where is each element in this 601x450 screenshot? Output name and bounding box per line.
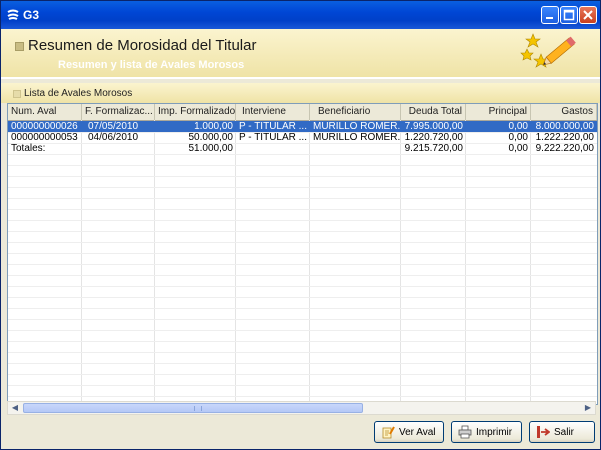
section-bullet-icon xyxy=(13,90,21,98)
totals-label: Totales: xyxy=(11,143,46,154)
col-importe-formalizado[interactable]: Imp. Formalizado xyxy=(155,104,236,120)
total-importe: 51.000,00 xyxy=(188,143,234,154)
section-header: Lista de Avales Morosos xyxy=(1,83,600,103)
cell-principal: 0,00 xyxy=(508,132,528,143)
col-beneficiario[interactable]: Beneficiario xyxy=(310,104,401,120)
cell-num-aval: 000000000026 xyxy=(11,121,78,132)
cell-gastos: 1.222.220,00 xyxy=(535,132,594,143)
cell-interviene: P - TITULAR ... xyxy=(239,132,307,143)
app-window: G3 Resumen de Morosidad del Titular Resu… xyxy=(0,0,601,450)
cell-gastos: 8.000.000,00 xyxy=(535,121,594,132)
ver-aval-button[interactable]: Ver Aval xyxy=(374,421,444,443)
col-num-aval[interactable]: Num. Aval xyxy=(8,104,82,120)
total-gastos: 9.222.220,00 xyxy=(535,143,594,154)
cell-num-aval: 000000000053 xyxy=(11,132,78,143)
imprimir-label: Imprimir xyxy=(476,427,513,438)
col-gastos[interactable]: Gastos xyxy=(531,104,597,120)
printer-icon xyxy=(458,425,472,439)
scroll-thumb[interactable] xyxy=(23,403,363,413)
cell-importe: 1.000,00 xyxy=(194,121,233,132)
maximize-button[interactable] xyxy=(560,6,578,24)
header-panel: Resumen de Morosidad del Titular Resumen… xyxy=(1,29,600,79)
cell-fecha: 07/05/2010 xyxy=(88,121,139,132)
cell-fecha xyxy=(82,143,155,154)
scroll-left-icon[interactable]: ◀ xyxy=(8,402,22,414)
table-row[interactable]: 000000000026 07/05/2010 1.000,00 P - TIT… xyxy=(8,121,597,132)
minimize-button[interactable] xyxy=(541,6,559,24)
exit-door-icon xyxy=(537,426,550,438)
salir-label: Salir xyxy=(554,427,575,438)
total-principal: 0,00 xyxy=(508,143,528,154)
document-pencil-icon xyxy=(382,426,395,439)
stars-pencil-icon xyxy=(520,33,576,68)
ver-aval-label: Ver Aval xyxy=(399,427,436,438)
col-interviene[interactable]: Interviene xyxy=(236,104,310,120)
app-logo-icon xyxy=(7,9,19,20)
cell-fecha: 04/06/2010 xyxy=(88,132,139,143)
close-icon xyxy=(583,10,593,20)
imprimir-button[interactable]: Imprimir xyxy=(451,421,522,443)
cell-deuda-total: 7.995.000,00 xyxy=(404,121,463,132)
col-principal[interactable]: Principal xyxy=(466,104,531,120)
header-bullet-icon xyxy=(15,42,24,51)
scroll-right-icon[interactable]: ▶ xyxy=(581,402,595,414)
cell-beneficiario xyxy=(310,143,401,154)
cell-deuda-total: 1.220.720,00 xyxy=(404,132,463,143)
cell-importe: 50.000,00 xyxy=(188,132,234,143)
table-row[interactable]: 000000000053 04/06/2010 50.000,00 P - TI… xyxy=(8,132,597,143)
cell-interviene: P - TITULAR ... xyxy=(239,121,307,132)
minimize-icon xyxy=(546,17,553,19)
total-deuda: 9.215.720,00 xyxy=(404,143,463,154)
grid-header: Num. Aval F. Formalizac... Imp. Formaliz… xyxy=(8,104,597,121)
cell-interviene xyxy=(236,143,310,154)
window-title: G3 xyxy=(23,8,40,22)
salir-button[interactable]: Salir xyxy=(529,421,595,443)
cell-beneficiario: MURILLO ROMER... xyxy=(313,132,401,143)
cell-beneficiario: MURILLO ROMER... xyxy=(313,121,401,132)
cell-principal: 0,00 xyxy=(508,121,528,132)
page-title: Resumen de Morosidad del Titular xyxy=(28,37,257,54)
title-bar[interactable]: G3 xyxy=(1,1,600,29)
col-deuda-total[interactable]: Deuda Total xyxy=(401,104,466,120)
page-subtitle: Resumen y lista de Avales Morosos xyxy=(58,59,245,71)
col-fecha-formalizacion[interactable]: F. Formalizac... xyxy=(82,104,155,120)
close-button[interactable] xyxy=(579,6,597,24)
maximize-icon xyxy=(563,9,575,21)
section-title: Lista de Avales Morosos xyxy=(24,88,133,99)
totals-row: Totales: 51.000,00 9.215.720,00 0,00 9.2… xyxy=(8,143,597,154)
avales-grid: Num. Aval F. Formalizac... Imp. Formaliz… xyxy=(7,103,598,405)
horizontal-scrollbar[interactable]: ◀ ▶ xyxy=(7,401,596,415)
